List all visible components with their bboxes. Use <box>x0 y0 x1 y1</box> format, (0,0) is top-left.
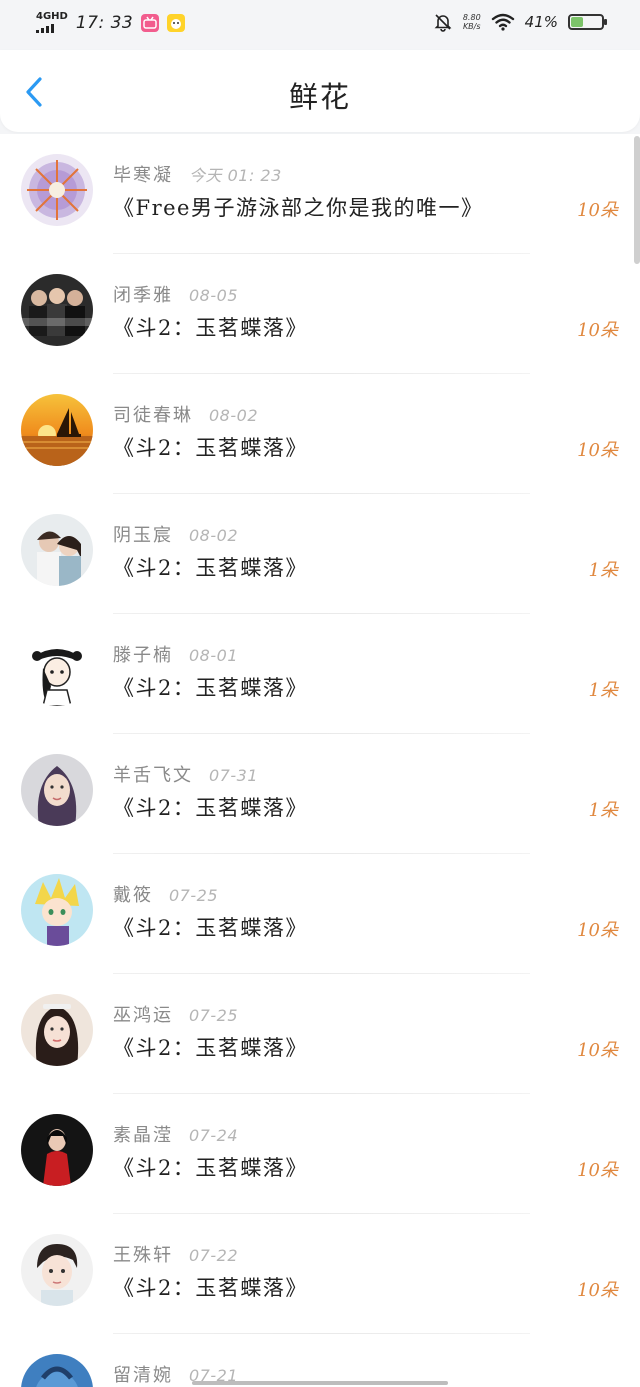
sender-name: 司徒春琳 08-02 <box>113 405 258 426</box>
avatar[interactable] <box>21 154 93 226</box>
send-date: 07-24 <box>189 1126 238 1145</box>
nav-header: 鲜花 <box>0 50 640 132</box>
flower-count: 1朵 <box>588 680 618 701</box>
avatar[interactable] <box>21 1354 93 1387</box>
sender-name: 滕子楠 08-01 <box>113 645 238 666</box>
send-date: 今天 01: 23 <box>189 166 282 185</box>
sender-name: 素晶滢 07-24 <box>113 1125 238 1146</box>
wifi-icon <box>491 13 514 31</box>
net-speed-unit: KB/s <box>462 22 481 31</box>
flower-count: 10朵 <box>577 200 618 221</box>
send-date: 07-22 <box>189 1246 238 1265</box>
list-item[interactable]: 巫鸿运 07-25 《斗2：玉茗蝶落》 10朵 <box>0 974 640 1094</box>
avatar[interactable] <box>21 874 93 946</box>
battery-percent: 41% <box>524 13 558 31</box>
comic-app-icon <box>167 13 186 32</box>
sender-name: 羊舌飞文 07-31 <box>113 765 258 786</box>
send-date: 08-05 <box>189 286 238 305</box>
book-title: 《斗2：玉茗蝶落》 <box>113 556 308 580</box>
book-title: 《斗2：玉茗蝶落》 <box>113 436 308 460</box>
avatar[interactable] <box>21 1234 93 1306</box>
flower-count: 10朵 <box>577 440 618 461</box>
battery-icon <box>568 14 607 30</box>
avatar[interactable] <box>21 514 93 586</box>
list-item[interactable]: 羊舌飞文 07-31 《斗2：玉茗蝶落》 1朵 <box>0 734 640 854</box>
book-title: 《斗2：玉茗蝶落》 <box>113 676 308 700</box>
send-date: 08-01 <box>189 646 238 665</box>
send-date: 07-31 <box>209 766 258 785</box>
send-date: 08-02 <box>209 406 258 425</box>
list-item[interactable]: 滕子楠 08-01 《斗2：玉茗蝶落》 1朵 <box>0 614 640 734</box>
list-item[interactable]: 司徒春琳 08-02 《斗2：玉茗蝶落》 10朵 <box>0 374 640 494</box>
flower-count: 10朵 <box>577 920 618 941</box>
sender-name: 戴筱 07-25 <box>113 885 218 906</box>
home-indicator[interactable] <box>192 1381 448 1385</box>
book-title: 《斗2：玉茗蝶落》 <box>113 316 308 340</box>
status-bar: 4GHD 17: 33 8.80 KB/s 41% <box>0 0 640 50</box>
scrollbar-thumb[interactable] <box>634 136 640 264</box>
sender-name: 闭季雅 08-05 <box>113 285 238 306</box>
book-title: 《斗2：玉茗蝶落》 <box>113 1036 308 1060</box>
book-title: 《Free男子游泳部之你是我的唯一》 <box>113 196 484 220</box>
book-title: 《斗2：玉茗蝶落》 <box>113 916 308 940</box>
flower-count: 1朵 <box>588 560 618 581</box>
avatar[interactable] <box>21 994 93 1066</box>
network-type: 4GHD <box>36 11 68 22</box>
flower-list[interactable]: 毕寒凝 今天 01: 23 《Free男子游泳部之你是我的唯一》 10朵 闭季雅 0… <box>0 134 640 1387</box>
page-title: 鲜花 <box>288 80 351 114</box>
net-speed-value: 8.80 <box>462 13 481 22</box>
send-date: 08-02 <box>189 526 238 545</box>
send-date: 07-25 <box>169 886 218 905</box>
bell-muted-icon <box>434 14 452 32</box>
avatar[interactable] <box>21 1114 93 1186</box>
flower-count: 10朵 <box>577 1040 618 1061</box>
list-item[interactable]: 戴筱 07-25 《斗2：玉茗蝶落》 10朵 <box>0 854 640 974</box>
list-item[interactable]: 留清婉 07-21 <box>0 1334 640 1387</box>
book-title: 《斗2：玉茗蝶落》 <box>113 1276 308 1300</box>
sender-name: 王殊轩 07-22 <box>113 1245 238 1266</box>
flower-count: 10朵 <box>577 1280 618 1301</box>
status-left: 4GHD 17: 33 <box>36 12 186 33</box>
status-right: 8.80 KB/s 41% <box>433 12 607 32</box>
cellular-signal-icon: 4GHD <box>36 12 68 33</box>
avatar[interactable] <box>21 634 93 706</box>
flower-count: 10朵 <box>577 1160 618 1181</box>
list-item[interactable]: 毕寒凝 今天 01: 23 《Free男子游泳部之你是我的唯一》 10朵 <box>0 134 640 254</box>
avatar[interactable] <box>21 394 93 466</box>
bilibili-icon <box>141 13 160 32</box>
sender-name: 阴玉宸 08-02 <box>113 525 238 546</box>
list-item[interactable]: 阴玉宸 08-02 《斗2：玉茗蝶落》 1朵 <box>0 494 640 614</box>
flower-count: 1朵 <box>588 800 618 821</box>
list-item[interactable]: 素晶滢 07-24 《斗2：玉茗蝶落》 10朵 <box>0 1094 640 1214</box>
book-title: 《斗2：玉茗蝶落》 <box>113 1156 308 1180</box>
sender-name: 毕寒凝 今天 01: 23 <box>113 165 282 186</box>
list-item[interactable]: 王殊轩 07-22 《斗2：玉茗蝶落》 10朵 <box>0 1214 640 1334</box>
net-speed: 8.80 KB/s <box>463 13 481 31</box>
flower-count: 10朵 <box>577 320 618 341</box>
avatar[interactable] <box>21 274 93 346</box>
send-date: 07-25 <box>189 1006 238 1025</box>
book-title: 《斗2：玉茗蝶落》 <box>113 796 308 820</box>
avatar[interactable] <box>21 754 93 826</box>
list-item[interactable]: 闭季雅 08-05 《斗2：玉茗蝶落》 10朵 <box>0 254 640 374</box>
sender-name: 巫鸿运 07-25 <box>113 1005 238 1026</box>
clock: 17: 33 <box>75 12 134 33</box>
